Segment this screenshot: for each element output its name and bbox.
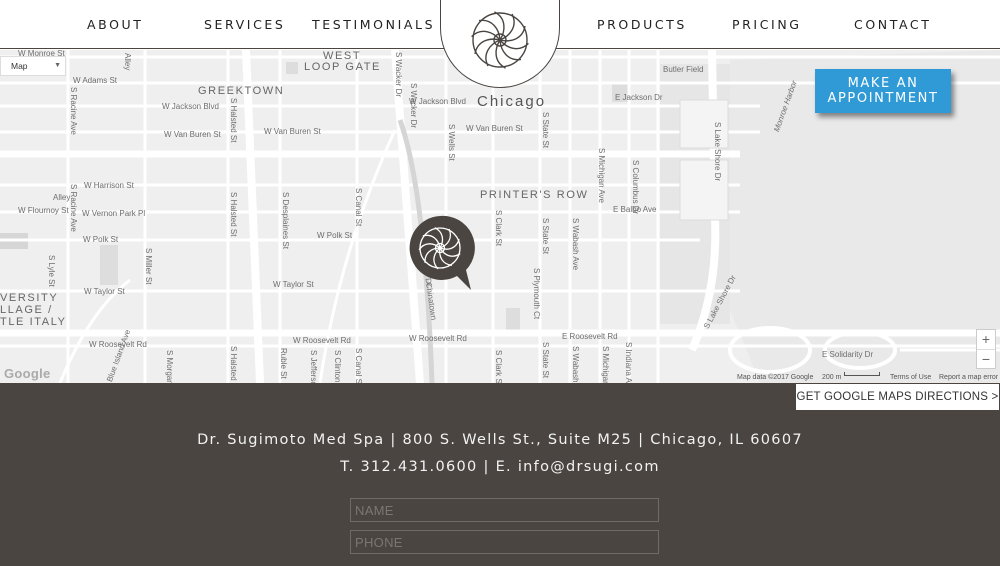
street-label: S Clark St [494,210,503,247]
street-label: S Halsted St [229,98,238,143]
street-label: W Van Buren St [264,127,321,136]
map-terms-link[interactable]: Terms of Use [890,374,931,381]
nav-services[interactable]: SERVICES [204,17,285,32]
street-label: S Plymouth Ct [532,268,541,320]
appointment-line2: APPOINTMENT [827,91,939,106]
street-label: W Flournoy St [18,206,69,215]
district-label: TLE ITALY [0,316,67,328]
street-label: S Canal St [354,348,363,383]
map-type-select[interactable]: Map ▼ [0,56,66,76]
street-label: E Solidarity Dr [822,350,874,359]
google-maps-directions-button[interactable]: GET GOOGLE MAPS DIRECTIONS > [795,383,1000,411]
street-label: W Van Buren St [164,130,221,139]
street-label: S Desplaines St [281,192,290,249]
street-label: S Clinton St [333,350,342,383]
street-label: S State St [541,218,550,255]
district-label: LLAGE / [0,304,53,316]
chevron-down-icon: ▼ [54,62,61,69]
footer-address: Dr. Sugimoto Med Spa | 800 S. Wells St.,… [197,432,803,448]
zoom-out-button[interactable]: − [977,349,995,368]
street-label: S Halsted St [229,346,238,383]
nav-products[interactable]: PRODUCTS [597,17,687,32]
nav-testimonials[interactable]: TESTIMONIALS [312,17,435,32]
street-label: S Clark St [494,350,503,383]
spiral-flower-logo-icon[interactable] [470,10,530,70]
street-label: S State St [541,112,550,149]
street-label: S Halsted St [229,192,238,237]
district-label: VERSITY [0,292,59,304]
zoom-in-button[interactable]: + [977,330,995,349]
street-label: E Roosevelt Rd [562,332,618,341]
street-label: W Vernon Park Pl [82,209,146,218]
appointment-line1: MAKE AN [847,76,919,91]
street-label: W Harrison St [84,181,134,190]
street-label: S Wabash Ave [571,346,580,383]
district-label: PRINTER'S ROW [480,189,589,201]
nav-pricing[interactable]: PRICING [732,17,802,32]
street-label: Butler Field [663,65,704,74]
street-label: W Van Buren St [466,124,523,133]
street-label: S Wacker Dr [394,52,403,98]
street-label: W Taylor St [84,287,125,296]
nav-contact[interactable]: CONTACT [854,17,931,32]
map-scale[interactable]: 200 m [822,374,841,381]
map-zoom-control: + − [976,329,996,369]
map-scale-bar [844,372,880,376]
street-label: W Jackson Blvd [162,102,219,111]
street-label: Alley [53,193,71,202]
street-label: W Taylor St [273,280,314,289]
street-label: S Racine Ave [69,87,78,135]
nav-about[interactable]: ABOUT [87,17,144,32]
phone-input[interactable] [351,531,658,553]
street-label: S Lyle St [47,255,56,287]
name-input[interactable] [351,499,658,521]
street-label: W Polk St [317,231,353,240]
street-label: S Michigan Ave [601,346,610,383]
street-label: S Jefferson [309,350,318,383]
district-label: LOOP GATE [304,61,381,73]
city-label: Chicago [477,93,547,110]
map-report-link[interactable]: Report a map error [939,374,998,381]
street-label: S Morgan [165,350,174,383]
street-label: S Racine Ave [69,184,78,232]
name-field [350,498,659,522]
location-pin-icon[interactable] [405,214,475,292]
street-label: E Jackson Dr [615,93,663,102]
street-label: S Columbus Dr [631,160,640,215]
street-label: Alley [123,53,132,71]
street-label: W Adams St [73,76,118,85]
street-label: W Roosevelt Rd [409,334,467,343]
google-logo[interactable]: Google [4,366,51,381]
make-appointment-button[interactable]: MAKE AN APPOINTMENT [815,69,951,113]
street-label: S Indiana Ave [624,342,633,383]
phone-field [350,530,659,554]
street-label: S State St [541,342,550,379]
street-label: S Canal St [354,188,363,227]
street-label: S Miller St [144,248,153,285]
street-label: Ruble St [279,348,288,379]
street-label: S Wells St [447,124,456,161]
map-attribution: Map data ©2017 Google [737,374,814,381]
street-label: S Wacker Dr [409,83,418,129]
street-label: W Roosevelt Rd [293,336,351,345]
street-label: S Wabash Ave [571,218,580,271]
map-type-label: Map [11,61,28,71]
footer-contact: T. 312.431.0600 | E. info@drsugi.com [340,459,660,475]
street-label: W Polk St [83,235,119,244]
street-label: S Lake Shore Dr [713,122,722,182]
district-label: GREEKTOWN [198,85,285,97]
street-label: S Michigan Ave [597,148,606,203]
